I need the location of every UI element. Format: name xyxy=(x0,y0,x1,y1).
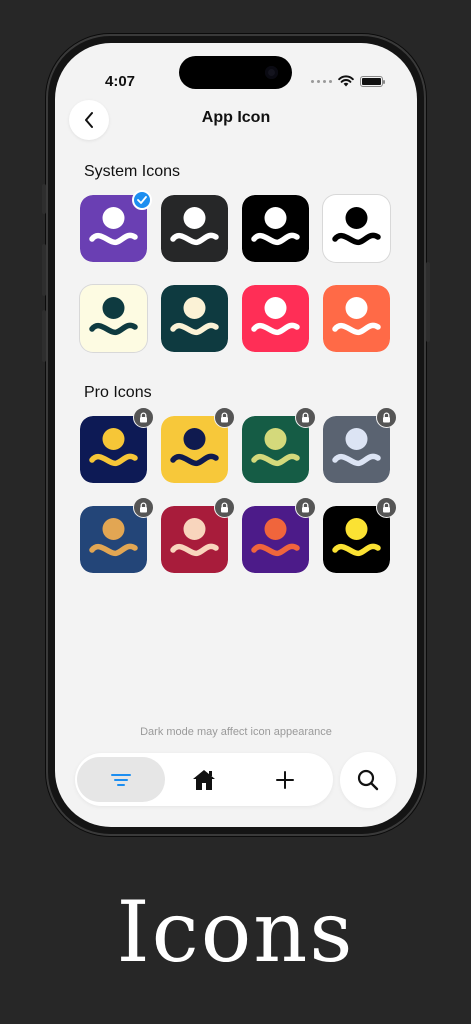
pro-app-icon-option[interactable] xyxy=(242,497,316,573)
dynamic-island xyxy=(179,56,292,89)
status-indicators xyxy=(311,75,385,87)
tab-add[interactable] xyxy=(241,757,329,802)
system-app-icon-option[interactable] xyxy=(161,285,228,352)
search-icon xyxy=(357,769,379,791)
lock-icon xyxy=(376,497,397,518)
volume-down-button xyxy=(42,310,46,362)
list-filter-icon xyxy=(111,773,131,786)
pro-app-icon-option[interactable] xyxy=(242,407,316,483)
app-logo-icon xyxy=(161,195,228,262)
app-logo-icon xyxy=(242,285,309,352)
screen: 4:07 App Icon System Icons Pro Icons Dar… xyxy=(55,43,417,827)
page-title: App Icon xyxy=(201,109,271,126)
pro-app-icon-option[interactable] xyxy=(323,407,397,483)
dark-mode-note: Dark mode may affect icon appearance xyxy=(140,726,332,738)
tab-home[interactable] xyxy=(160,757,248,802)
system-app-icon-option[interactable] xyxy=(323,195,390,262)
tab-bar xyxy=(75,753,333,806)
power-button xyxy=(426,262,430,342)
lock-icon xyxy=(214,497,235,518)
app-logo-icon xyxy=(323,285,390,352)
battery-icon xyxy=(360,75,385,87)
system-app-icon-option[interactable] xyxy=(242,285,309,352)
phone-frame: 4:07 App Icon System Icons Pro Icons Dar… xyxy=(42,34,430,836)
lock-icon xyxy=(376,407,397,428)
lock-icon xyxy=(295,407,316,428)
volume-up-button xyxy=(42,244,46,296)
wifi-icon xyxy=(338,75,354,87)
lock-icon xyxy=(295,497,316,518)
app-logo-icon xyxy=(323,195,390,262)
signal-icon xyxy=(311,79,332,83)
home-icon xyxy=(193,769,215,790)
pro-app-icon-option[interactable] xyxy=(323,497,397,573)
lock-icon xyxy=(133,497,154,518)
status-time: 4:07 xyxy=(105,73,136,90)
tab-list[interactable] xyxy=(77,757,165,802)
search-button[interactable] xyxy=(340,752,396,808)
system-icons-heading: System Icons xyxy=(84,163,181,180)
pro-app-icon-option[interactable] xyxy=(80,497,154,573)
system-app-icon-option[interactable] xyxy=(161,195,228,262)
plus-icon xyxy=(276,770,294,789)
promo-caption: Icons xyxy=(116,883,355,981)
app-logo-icon xyxy=(80,285,147,352)
pro-app-icon-option[interactable] xyxy=(161,407,235,483)
pro-app-icon-option[interactable] xyxy=(80,407,154,483)
lock-icon xyxy=(133,407,154,428)
system-app-icon-option[interactable] xyxy=(80,190,152,262)
lock-icon xyxy=(214,407,235,428)
pro-icons-heading: Pro Icons xyxy=(84,384,152,401)
system-app-icon-option[interactable] xyxy=(323,285,390,352)
pro-app-icon-option[interactable] xyxy=(161,497,235,573)
app-logo-icon xyxy=(242,195,309,262)
system-app-icon-option[interactable] xyxy=(80,285,147,352)
action-button xyxy=(42,184,46,214)
app-logo-icon xyxy=(161,285,228,352)
system-app-icon-option[interactable] xyxy=(242,195,309,262)
checkmark-icon xyxy=(132,190,152,210)
camera-icon xyxy=(265,66,278,79)
